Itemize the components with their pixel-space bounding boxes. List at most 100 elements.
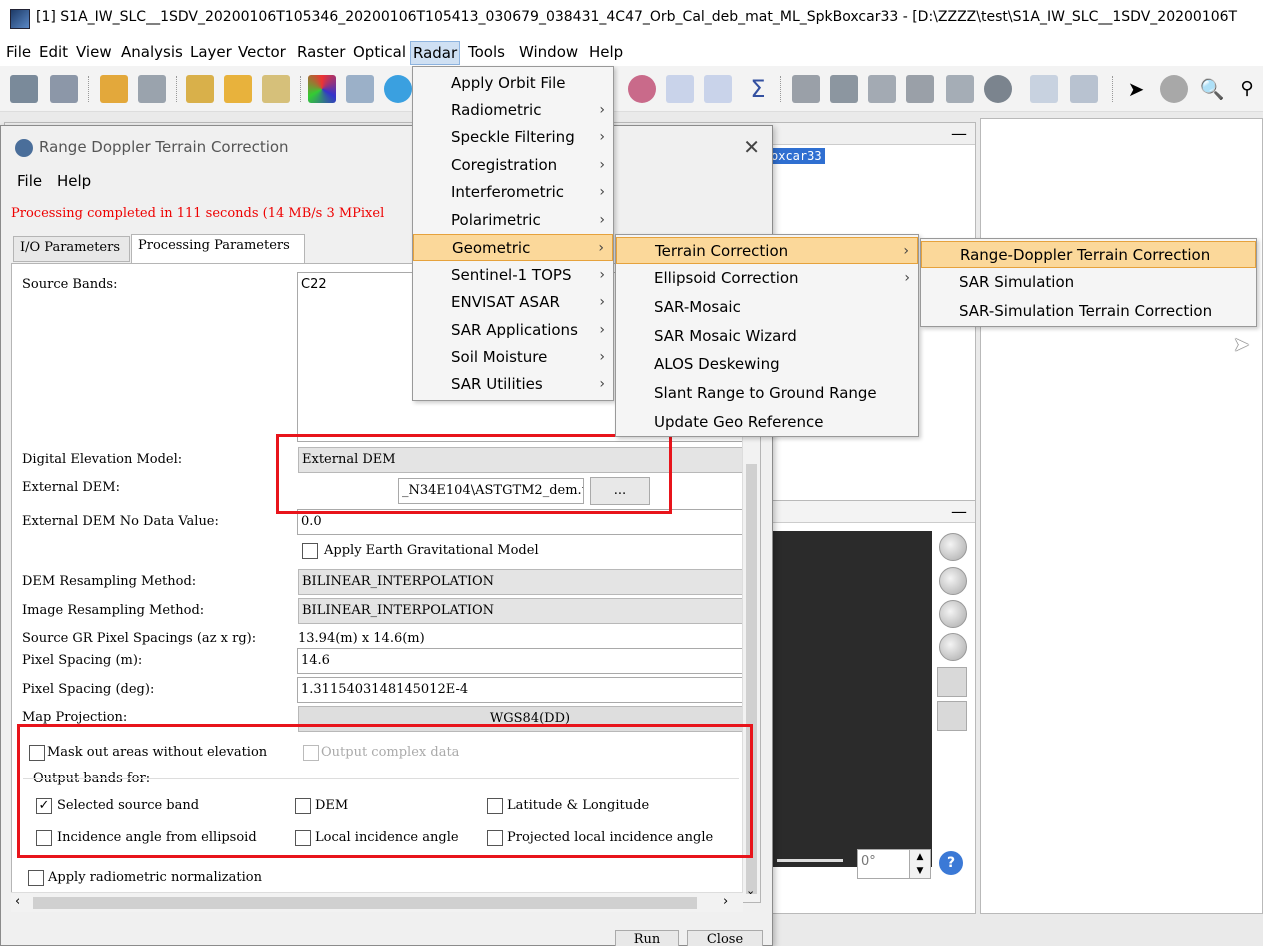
- open-product-icon[interactable]: [10, 75, 38, 103]
- menu-ellipsoid-correction[interactable]: Ellipsoid Correction ›: [616, 265, 918, 292]
- radiometric-normalization-checkbox[interactable]: [28, 870, 44, 886]
- menu-alos-deskewing[interactable]: ALOS Deskewing: [616, 351, 918, 378]
- range-finder-icon[interactable]: ⚲: [1234, 75, 1260, 103]
- menu-geometric[interactable]: Geometric ›: [413, 234, 613, 261]
- pin-manager-icon[interactable]: [792, 75, 820, 103]
- spectrum-icon[interactable]: [666, 75, 694, 103]
- menu-item-label: Coregistration: [451, 156, 558, 174]
- menu-raster[interactable]: Raster: [295, 41, 347, 65]
- menu-polarimetric[interactable]: Polarimetric ›: [413, 207, 613, 234]
- menu-sar-mosaic-wizard[interactable]: SAR Mosaic Wizard: [616, 323, 918, 350]
- gr-spacing-value: 13.94(m) x 14.6(m): [298, 631, 425, 646]
- graticule-icon[interactable]: [868, 75, 896, 103]
- menu-apply-orbit-file[interactable]: Apply Orbit File: [413, 70, 613, 97]
- color-manipulation-icon[interactable]: [308, 75, 336, 103]
- menu-coregistration[interactable]: Coregistration ›: [413, 152, 613, 179]
- toolbar-separator: [88, 76, 89, 102]
- dem-resampling-label: DEM Resampling Method:: [22, 574, 197, 589]
- statistics-sigma-icon[interactable]: Σ: [744, 75, 772, 103]
- menu-analysis[interactable]: Analysis: [119, 41, 185, 65]
- run-button[interactable]: Run: [615, 930, 679, 946]
- menu-envisat-asar[interactable]: ENVISAT ASAR ›: [413, 289, 613, 316]
- globe-icon[interactable]: [384, 75, 412, 103]
- chevron-right-icon: ›: [598, 240, 604, 256]
- egm-checkbox[interactable]: [302, 543, 318, 559]
- toolbar-separator: [176, 76, 177, 102]
- undo-icon[interactable]: [100, 75, 128, 103]
- zoom-all-icon[interactable]: [939, 633, 967, 661]
- minimize-icon[interactable]: —: [951, 502, 967, 521]
- hscroll-thumb[interactable]: [33, 897, 697, 909]
- menu-view[interactable]: View: [74, 41, 114, 65]
- gcp-icon[interactable]: [946, 75, 974, 103]
- placemark-icon[interactable]: [906, 75, 934, 103]
- zoom-slider[interactable]: [777, 859, 843, 862]
- pixel-spacing-deg-input[interactable]: 1.3115403148145012E-4: [297, 677, 760, 703]
- sync-views-icon[interactable]: [937, 667, 967, 697]
- menu-sar-simulation[interactable]: SAR Simulation: [921, 269, 1256, 296]
- menu-item-label: Sentinel-1 TOPS: [451, 266, 572, 284]
- rotation-field[interactable]: 0°: [857, 849, 917, 879]
- information-icon[interactable]: [628, 75, 656, 103]
- close-button[interactable]: Close: [687, 930, 763, 946]
- scroll-right-icon[interactable]: ›: [723, 894, 728, 909]
- rotation-spinner[interactable]: ▲ ▼: [909, 849, 931, 879]
- external-dem-label: External DEM:: [22, 480, 120, 495]
- select-tool-icon[interactable]: ➤: [1122, 75, 1150, 103]
- dem-resampling-select[interactable]: BILINEAR_INTERPOLATION: [298, 569, 760, 595]
- menu-terrain-correction[interactable]: Terrain Correction ›: [616, 237, 918, 264]
- menu-help[interactable]: Help: [587, 41, 625, 65]
- tab-io-parameters[interactable]: I/O Parameters: [13, 236, 130, 262]
- scroll-left-icon[interactable]: ‹: [15, 894, 20, 909]
- menu-radar[interactable]: Radar: [410, 41, 461, 65]
- menu-vector[interactable]: Vector: [236, 41, 288, 65]
- menu-optical[interactable]: Optical: [351, 41, 408, 65]
- menu-sentinel1-tops[interactable]: Sentinel-1 TOPS ›: [413, 262, 613, 289]
- menu-edit[interactable]: Edit: [37, 41, 70, 65]
- menu-interferometric[interactable]: Interferometric ›: [413, 179, 613, 206]
- gcp-tool-icon[interactable]: [830, 75, 858, 103]
- pan-tool-icon[interactable]: [1160, 75, 1188, 103]
- menu-range-doppler-terrain-correction[interactable]: Range-Doppler Terrain Correction: [921, 241, 1256, 268]
- menu-file[interactable]: File: [4, 41, 33, 65]
- sync-cursor-icon[interactable]: [937, 701, 967, 731]
- scroll-down-icon[interactable]: ⌄: [746, 884, 755, 897]
- zoom-pixel-icon[interactable]: [939, 600, 967, 628]
- menu-update-geo-reference[interactable]: Update Geo Reference: [616, 409, 918, 436]
- selected-product-label[interactable]: oxcar33: [768, 148, 825, 164]
- minimize-icon[interactable]: —: [951, 124, 967, 143]
- menu-sar-mosaic[interactable]: SAR-Mosaic: [616, 294, 918, 321]
- chevron-right-icon: ›: [599, 349, 605, 365]
- help-icon[interactable]: ?: [939, 851, 963, 875]
- save-product-icon[interactable]: [50, 75, 78, 103]
- dialog-menu-file[interactable]: File: [17, 172, 42, 190]
- menu-speckle-filtering[interactable]: Speckle Filtering ›: [413, 124, 613, 151]
- menu-sar-simulation-terrain-correction[interactable]: SAR-Simulation Terrain Correction: [921, 298, 1256, 325]
- menu-slant-to-ground[interactable]: Slant Range to Ground Range: [616, 380, 918, 407]
- redo-icon[interactable]: [138, 75, 166, 103]
- image-resampling-select[interactable]: BILINEAR_INTERPOLATION: [298, 598, 760, 624]
- pixel-spacing-m-input[interactable]: 14.6: [297, 648, 760, 674]
- menu-layer[interactable]: Layer: [188, 41, 234, 65]
- menu-sar-utilities[interactable]: SAR Utilities ›: [413, 371, 613, 398]
- layers-icon[interactable]: [346, 75, 374, 103]
- dialog-menu-help[interactable]: Help: [57, 172, 91, 190]
- scatter-plot-icon[interactable]: [704, 75, 732, 103]
- menu-tools[interactable]: Tools: [466, 41, 507, 65]
- batch-processing-icon[interactable]: [1070, 75, 1098, 103]
- menu-soil-moisture[interactable]: Soil Moisture ›: [413, 344, 613, 371]
- zoom-out-icon[interactable]: [939, 567, 967, 595]
- world-map-icon[interactable]: [984, 75, 1012, 103]
- tab-processing-parameters[interactable]: Processing Parameters: [131, 234, 305, 264]
- zoom-in-icon[interactable]: [939, 533, 967, 561]
- horizontal-scrollbar[interactable]: ‹ ›: [11, 892, 743, 912]
- close-icon[interactable]: ✕: [743, 135, 760, 159]
- graph-builder-icon[interactable]: [1030, 75, 1058, 103]
- zoom-tool-icon[interactable]: 🔍: [1198, 75, 1226, 103]
- menu-window[interactable]: Window: [517, 41, 580, 65]
- subset-icon[interactable]: [224, 75, 252, 103]
- band-maths-icon[interactable]: [186, 75, 214, 103]
- menu-sar-applications[interactable]: SAR Applications ›: [413, 317, 613, 344]
- band-icon[interactable]: [262, 75, 290, 103]
- menu-radiometric[interactable]: Radiometric ›: [413, 97, 613, 124]
